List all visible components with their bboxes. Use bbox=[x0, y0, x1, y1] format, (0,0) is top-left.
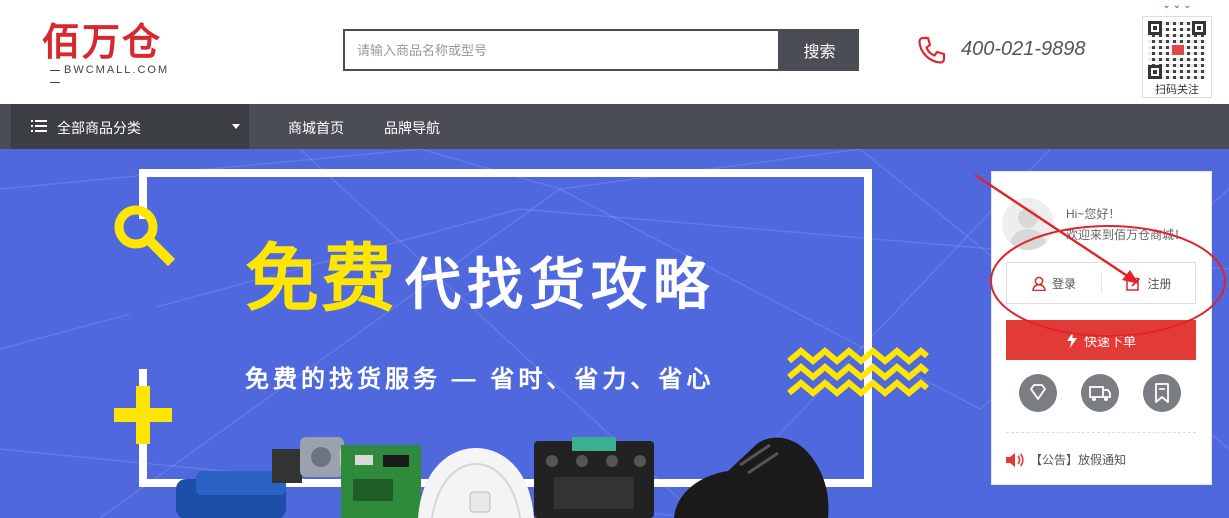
menu-icon bbox=[31, 120, 47, 132]
headline-highlight: 免费 bbox=[245, 237, 397, 320]
zigzag-decoration bbox=[787, 347, 929, 397]
qr-code-box: 扫码关注 bbox=[1142, 16, 1212, 98]
header: 佰万仓 BWCMALL.COM 搜索 400-021-9898 ⌄⌄⌄ 扫码关注 bbox=[0, 0, 1229, 104]
quick-order-button[interactable]: 快速下单 bbox=[1006, 320, 1196, 360]
headline-text: 代找货攻略 bbox=[405, 253, 715, 316]
login-label: 登录 bbox=[1051, 276, 1076, 291]
truck-icon bbox=[1089, 386, 1111, 401]
user-avatar-icon bbox=[1008, 208, 1048, 250]
bookmark-icon bbox=[1155, 383, 1169, 403]
lightning-icon bbox=[1066, 332, 1077, 348]
login-button[interactable]: 登录 bbox=[1007, 263, 1101, 303]
magnifier-icon bbox=[114, 205, 176, 267]
greeting-text: Hi~您好！ bbox=[1066, 207, 1121, 221]
site-logo[interactable]: 佰万仓 BWCMALL.COM bbox=[42, 20, 182, 80]
qr-decoration: ⌄⌄⌄ bbox=[1162, 0, 1194, 11]
qr-finder bbox=[1192, 21, 1206, 35]
delivery-button[interactable] bbox=[1081, 374, 1119, 412]
banner-headline: 免费 代找货攻略 bbox=[245, 219, 715, 326]
search-button[interactable]: 搜索 bbox=[780, 29, 859, 71]
auth-buttons: 登录 注册 bbox=[1006, 262, 1196, 304]
edit-icon bbox=[1126, 277, 1141, 291]
main-nav: 全部商品分类 商城首页 品牌导航 bbox=[0, 104, 1229, 149]
contactor-image bbox=[534, 437, 654, 518]
user-icon bbox=[1032, 276, 1046, 291]
welcome-text: 欢迎来到佰万仓商城！ bbox=[1066, 228, 1187, 242]
hotline-number: 400-021-9898 bbox=[961, 38, 1086, 60]
logo-domain: BWCMALL.COM bbox=[46, 64, 182, 88]
nav-link-brands[interactable]: 品牌导航 bbox=[384, 118, 440, 138]
qr-finder bbox=[1148, 65, 1162, 79]
plus-icon bbox=[114, 386, 172, 444]
dust-mask-image bbox=[418, 448, 534, 518]
register-label: 注册 bbox=[1147, 276, 1172, 291]
dashed-divider bbox=[1006, 432, 1196, 433]
notice-text: 【公告】放假通知 bbox=[1030, 453, 1127, 467]
hero-banner[interactable]: 免费 代找货攻略 免费的找货服务 — 省时、省力、省心 Hi~您好！ 欢迎来到佰… bbox=[0, 149, 1229, 518]
phone-icon bbox=[918, 36, 946, 64]
chevron-down-icon bbox=[232, 124, 240, 129]
quick-order-label: 快速下单 bbox=[1083, 333, 1136, 349]
user-card: Hi~您好！ 欢迎来到佰万仓商城！ 登录 注册 快速下单 【公告】放假通知 bbox=[991, 171, 1212, 485]
category-menu[interactable]: 全部商品分类 bbox=[11, 104, 249, 149]
speaker-icon bbox=[1006, 452, 1024, 467]
qr-label: 扫码关注 bbox=[1155, 84, 1199, 96]
category-label: 全部商品分类 bbox=[57, 120, 141, 136]
qr-code-image bbox=[1148, 21, 1206, 79]
diamond-icon bbox=[1030, 384, 1046, 400]
logo-text: 佰万仓 bbox=[42, 19, 163, 64]
qr-logo bbox=[1172, 45, 1184, 55]
avatar[interactable] bbox=[1002, 198, 1054, 250]
banner-subline: 免费的找货服务 — 省时、省力、省心 bbox=[245, 366, 715, 393]
search-box bbox=[343, 29, 780, 71]
bookmark-button[interactable] bbox=[1143, 374, 1181, 412]
qr-finder bbox=[1148, 21, 1162, 35]
diamond-button[interactable] bbox=[1019, 374, 1057, 412]
register-button[interactable]: 注册 bbox=[1102, 263, 1196, 303]
safety-shoe-image bbox=[674, 437, 829, 518]
nav-link-home[interactable]: 商城首页 bbox=[288, 118, 344, 138]
search-input[interactable] bbox=[345, 31, 778, 69]
notice-link[interactable]: 【公告】放假通知 bbox=[1006, 451, 1126, 468]
